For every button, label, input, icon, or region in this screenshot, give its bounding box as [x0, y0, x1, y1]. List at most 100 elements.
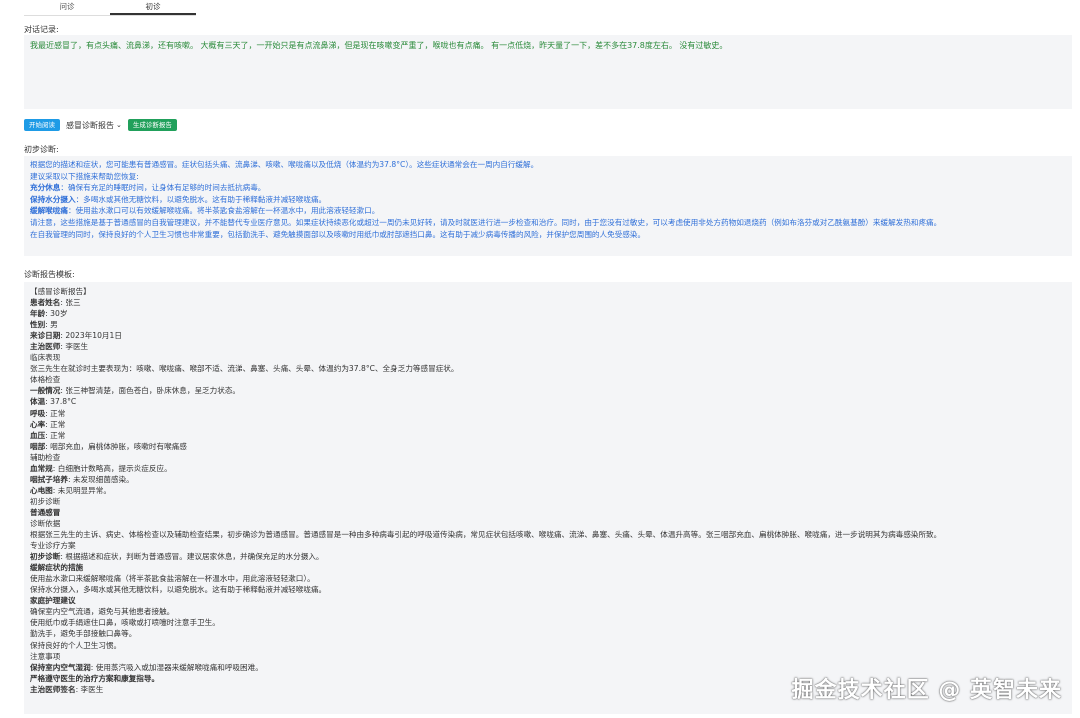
text-line: 咽部: 咽部充血，扁桃体肿胀，咳嗽时有喉痛感	[30, 441, 1066, 452]
text-line: 确保室内空气流通，避免与其他患者接触。	[30, 606, 1066, 617]
line-key: 患者姓名	[30, 298, 61, 308]
text-line: 在自我管理的同时，保持良好的个人卫生习惯也非常重要，包括勤洗手、避免触摸面部以及…	[30, 229, 1066, 241]
text-line: 诊断依据	[30, 518, 1066, 529]
line-value: : 张三	[60, 298, 81, 308]
line-key: 心电图	[30, 485, 53, 495]
template-label: 诊断报告模板:	[24, 270, 75, 279]
text-line: 初步诊断	[30, 496, 1066, 507]
line-value: ：确保有充足的睡眠时间，让身体有足够的时间去抵抗病毒。	[60, 183, 266, 193]
text-line: 咽拭子培养: 未发现细菌感染。	[30, 474, 1066, 485]
text-line: 心电图: 未见明显异常。	[30, 485, 1066, 496]
text-line: 初步诊断: 根据描述和症状，判断为普通感冒。建议居家休息，并确保充足的水分摄入。	[30, 551, 1066, 562]
line-value: : 未发现细菌感染。	[67, 474, 134, 484]
report-template-box[interactable]: 【感冒诊断报告】 患者姓名: 张三 年龄: 30岁 性别: 男来诊日期: 2023年1…	[24, 282, 1072, 714]
line-value: ：多喝水或其他无糖饮料，以避免脱水。这有助于稀释黏液并减轻喉咙痛。	[75, 194, 327, 204]
line-key: 心率	[30, 419, 46, 429]
line-value: 使用盐水漱口来缓解喉咙痛（将半茶匙食盐溶解在一杯温水中，用此溶液轻轻漱口）。	[30, 574, 315, 584]
tab-initial-diagnosis[interactable]: 初诊	[110, 0, 196, 15]
line-value: 建议采取以下措施来帮助您恢复:	[30, 171, 139, 181]
text-line: 主治医师: 李医生	[30, 341, 1066, 352]
dialog-text: 我最近感冒了，有点头痛、流鼻涕，还有咳嗽。 大概有三天了，一开始只是有点流鼻涕，…	[30, 41, 728, 50]
text-line: 勤洗手，避免手部接触口鼻等。	[30, 628, 1066, 639]
line-key: 主治医师签名	[30, 684, 76, 694]
line-value: 确保室内空气流通，避免与其他患者接触。	[30, 607, 175, 617]
line-value: ：使用盐水漱口可以有效缓解喉咙痛。将半茶匙食盐溶解在一杯温水中，用此溶液轻轻漱口…	[67, 206, 380, 216]
text-line: 普通感冒	[30, 507, 1066, 518]
line-key: 主治医师	[30, 342, 61, 352]
text-line: 根据张三先生的主诉、病史、体格检查以及辅助检查结果，初步确诊为普通感冒。普通感冒…	[30, 529, 1066, 540]
report-type-select[interactable]: 感冒诊断报告 ⌄	[66, 120, 122, 131]
line-key: 性别	[30, 320, 46, 330]
text-line: 辅助检查	[30, 452, 1066, 463]
line-value: 勤洗手，避免手部接触口鼻等。	[30, 629, 137, 639]
text-line: 年龄: 30岁	[30, 308, 1066, 319]
text-line: 保持水分摄入，多喝水或其他无糖饮料，以避免脱水。这有助于稀释黏液并减轻喉咙痛。	[30, 584, 1066, 595]
diagnosis-box: 根据您的描述和症状，您可能患有普通感冒。症状包括头痛、流鼻涕、咳嗽、喉咙痛以及低…	[24, 156, 1072, 256]
line-value: 注意事项	[30, 651, 61, 661]
line-value: : 正常	[45, 430, 66, 440]
text-line: 保持室内空气湿润: 使用蒸汽吸入或加湿器来缓解喉咙痛和呼吸困难。	[30, 662, 1066, 673]
line-value: : 李医生	[60, 342, 89, 352]
line-value: : 男	[45, 320, 58, 330]
dialog-label: 对话记录:	[24, 25, 59, 34]
text-line: 体温: 37.8°C	[30, 396, 1066, 407]
line-key: 咽部	[30, 441, 46, 451]
line-value: 初步诊断	[30, 496, 61, 506]
line-value: 体格检查	[30, 375, 61, 385]
text-line: 患者姓名: 张三	[30, 297, 1066, 308]
tab-divider	[24, 15, 196, 16]
line-key: 保持室内空气湿润	[30, 662, 91, 672]
text-line: 【感冒诊断报告】	[30, 286, 1066, 297]
line-key: 咽拭子培养	[30, 474, 68, 484]
text-line: 血压: 正常	[30, 430, 1066, 441]
tab-bar: 问诊 初诊	[24, 0, 196, 15]
dialog-record-box[interactable]: 我最近感冒了，有点头痛、流鼻涕，还有咳嗽。 大概有三天了，一开始只是有点流鼻涕，…	[24, 35, 1072, 109]
line-key: 保持水分摄入	[30, 194, 76, 204]
line-value: : 2023年10月1日	[60, 331, 122, 341]
line-value: : 正常	[45, 419, 66, 429]
line-key: 初步诊断	[30, 552, 61, 562]
line-value: 张三先生在就诊时主要表现为：咳嗽、喉咙痛、喉部不适、流涕、鼻塞、头痛、头晕、体温…	[30, 364, 459, 374]
toolbar: 开始阅读 感冒诊断报告 ⌄ 生成诊断报告	[24, 118, 177, 132]
line-value: : 白细胞计数略高，提示炎症反应。	[52, 463, 172, 473]
text-line: 张三先生在就诊时主要表现为：咳嗽、喉咙痛、喉部不适、流涕、鼻塞、头痛、头晕、体温…	[30, 363, 1066, 374]
line-key: 血常规	[30, 463, 53, 473]
text-line: 注意事项	[30, 651, 1066, 662]
line-value: : 咽部充血，扁桃体肿胀，咳嗽时有喉痛感	[45, 441, 187, 451]
line-value: : 张三神智清楚，面色苍白，卧床休息，呈乏力状态。	[60, 386, 241, 396]
line-key: 体温	[30, 397, 46, 407]
line-key: 严格遵守医生的治疗方案和康复指导。	[30, 673, 160, 683]
line-value: 请注意，这些措施是基于普通感冒的自我管理建议，并不能替代专业医疗意见。如果症状持…	[30, 217, 942, 227]
report-type-value: 感冒诊断报告	[66, 120, 114, 130]
line-key: 年龄	[30, 309, 46, 319]
diagnosis-label: 初步诊断:	[24, 145, 59, 154]
text-line: 来诊日期: 2023年10月1日	[30, 330, 1066, 341]
text-line: 保持良好的个人卫生习惯。	[30, 640, 1066, 651]
generate-report-button[interactable]: 生成诊断报告	[127, 119, 177, 131]
line-value: 诊断依据	[30, 518, 61, 528]
line-value: 辅助检查	[30, 452, 61, 462]
text-line: 呼吸: 正常	[30, 408, 1066, 419]
line-key: 血压	[30, 430, 46, 440]
line-value: 根据您的描述和症状，您可能患有普通感冒。症状包括头痛、流鼻涕、咳嗽、喉咙痛以及低…	[30, 160, 539, 169]
line-value: 根据张三先生的主诉、病史、体格检查以及辅助检查结果，初步确诊为普通感冒。普通感冒…	[30, 530, 942, 540]
text-line: 心率: 正常	[30, 419, 1066, 430]
text-line: 血常规: 白细胞计数略高，提示炎症反应。	[30, 463, 1066, 474]
line-value: 临床表现	[30, 353, 61, 363]
tab-consultation[interactable]: 问诊	[24, 0, 110, 15]
line-value: 【感冒诊断报告】	[30, 287, 91, 296]
line-key: 缓解喉咙痛	[30, 206, 68, 216]
line-value: : 未见明显异常。	[52, 485, 111, 495]
start-reading-button[interactable]: 开始阅读	[24, 119, 60, 131]
text-line: 建议采取以下措施来帮助您恢复:	[30, 171, 1066, 183]
line-value: : 使用蒸汽吸入或加湿器来缓解喉咙痛和呼吸困难。	[90, 662, 263, 672]
text-line: 缓解症状的措施	[30, 562, 1066, 573]
line-value: 专业诊疗方案	[30, 541, 76, 551]
line-key: 缓解症状的措施	[30, 563, 84, 573]
line-value: : 37.8°C	[45, 397, 77, 407]
text-line: 缓解喉咙痛：使用盐水漱口可以有效缓解喉咙痛。将半茶匙食盐溶解在一杯温水中，用此溶…	[30, 205, 1066, 217]
text-line: 体格检查	[30, 374, 1066, 385]
line-value: 保持水分摄入，多喝水或其他无糖饮料，以避免脱水。这有助于稀释黏液并减轻喉咙痛。	[30, 585, 327, 595]
text-line: 根据您的描述和症状，您可能患有普通感冒。症状包括头痛、流鼻涕、咳嗽、喉咙痛以及低…	[30, 159, 1066, 171]
text-line: 一般情况: 张三神智清楚，面色苍白，卧床休息，呈乏力状态。	[30, 385, 1066, 396]
